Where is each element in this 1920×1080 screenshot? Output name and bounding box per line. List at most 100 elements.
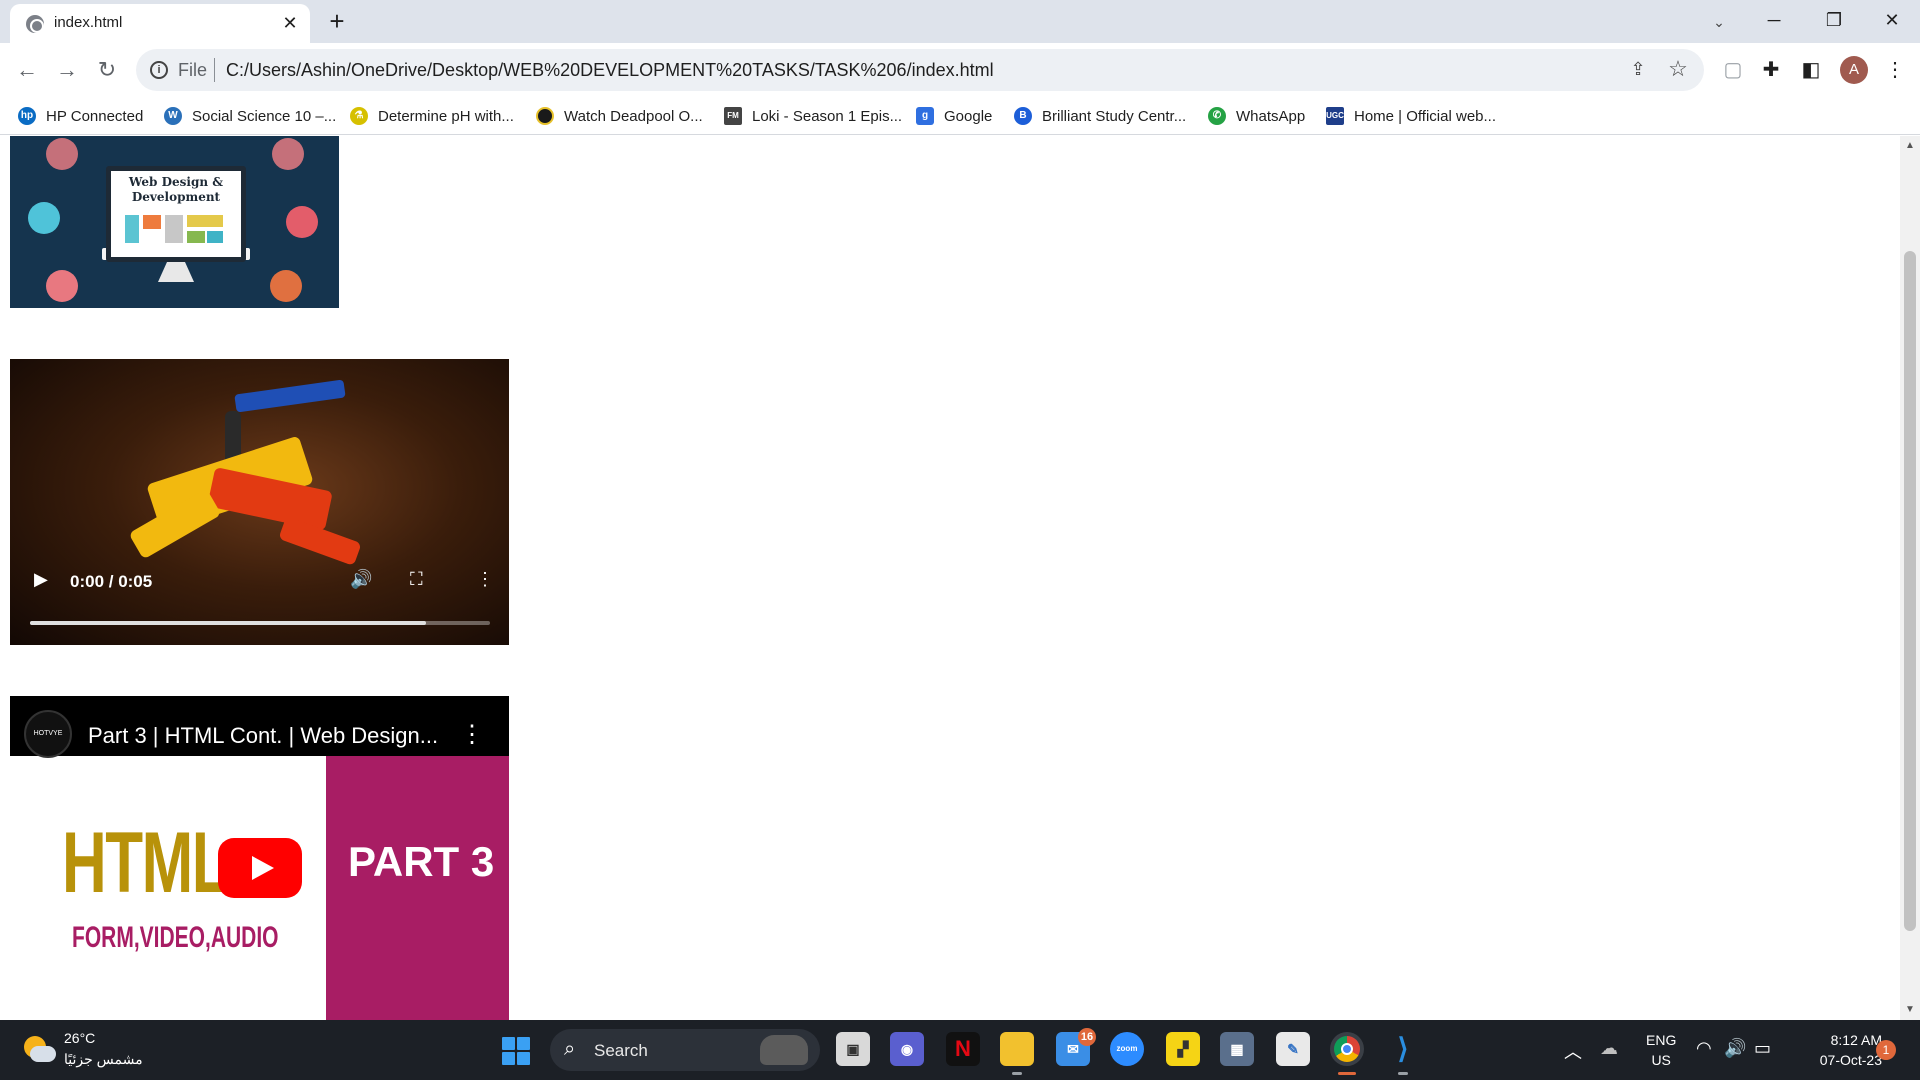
thumbnail-html-text: HTML [62, 815, 230, 911]
wifi-icon[interactable]: ◠ [1696, 1038, 1712, 1059]
new-tab-button[interactable]: + [322, 7, 352, 37]
restore-button[interactable]: ❐ [1804, 0, 1864, 40]
minimize-button[interactable]: ─ [1744, 0, 1804, 40]
weather-temperature[interactable]: 26°C [64, 1030, 95, 1046]
vertical-scrollbar[interactable]: ▲ ▼ [1900, 136, 1920, 1020]
bookmark-ugc-home[interactable]: UGC Home | Official web... [1326, 104, 1496, 128]
teams-chat-icon[interactable]: ◉ [890, 1032, 924, 1066]
tab-close-icon[interactable]: ✕ [278, 11, 302, 35]
gears-icon [28, 202, 60, 234]
site-info-icon[interactable]: i [150, 61, 168, 79]
film-icon [536, 107, 554, 125]
scroll-down-arrow-icon[interactable]: ▼ [1905, 1004, 1915, 1015]
fmovies-icon: FM [724, 107, 742, 125]
shield-icon [270, 270, 302, 302]
partly-sunny-icon[interactable] [22, 1034, 56, 1064]
video-player[interactable]: ▶ 0:00 / 0:05 🔊 ⛶ ⋮ [10, 359, 509, 645]
banner-line-1: Web Design & [128, 175, 224, 189]
layout-block [143, 215, 161, 229]
bookmark-label: HP Connected [46, 107, 144, 125]
close-window-button[interactable]: ✕ [1862, 0, 1920, 40]
bookmark-label: Social Science 10 –... [192, 107, 337, 125]
thumbnail-part-label: PART 3 [348, 838, 495, 885]
play-icon[interactable]: ▶ [34, 569, 48, 590]
taskbar-search[interactable]: ⌕ Search [550, 1029, 820, 1071]
chrome-icon[interactable] [1330, 1032, 1364, 1075]
fullscreen-icon[interactable]: ⛶ [410, 569, 423, 590]
user-icon [46, 270, 78, 302]
vscode-icon[interactable]: ⟩ [1386, 1032, 1420, 1075]
layout-block [207, 231, 223, 243]
system-clock[interactable]: 8:12 AM 07-Oct-23 [1792, 1030, 1882, 1070]
clock-date: 07-Oct-23 [1819, 1052, 1882, 1068]
layout-block [165, 215, 183, 243]
monitor-stand [158, 262, 194, 282]
netflix-icon[interactable]: N [946, 1032, 980, 1066]
bookmark-label: WhatsApp [1236, 107, 1306, 125]
extension-box-icon[interactable]: ▢ [1718, 55, 1748, 85]
video-time: 0:00 / 0:05 [70, 572, 153, 591]
youtube-play-button[interactable] [218, 838, 302, 898]
url-text[interactable]: C:/Users/Ashin/OneDrive/Desktop/WEB%20DE… [226, 60, 994, 81]
sticky-notes-icon[interactable]: ▞ [1166, 1032, 1200, 1066]
share-icon[interactable]: ⇪ [1626, 59, 1650, 81]
windows-taskbar: 26°C مشمس جزئيًا ⌕ Search ▣ ◉ N ✉ 16 zoom… [0, 1020, 1920, 1080]
show-hidden-icons-chevron-icon[interactable]: ︿ [1564, 1038, 1582, 1064]
tab-index-html[interactable]: index.html ✕ [10, 4, 310, 43]
reload-button[interactable]: ↻ [90, 53, 124, 87]
toolbar: ← → ↻ i File C:/Users/Ashin/OneDrive/Des… [0, 43, 1920, 98]
bookmark-deadpool[interactable]: Watch Deadpool O... [536, 104, 703, 128]
youtube-more-icon[interactable]: ⋮ [460, 720, 484, 749]
video-progress-bar[interactable] [30, 621, 490, 625]
language-indicator[interactable]: ENG US [1646, 1030, 1676, 1070]
bookmark-social-science[interactable]: W Social Science 10 –... [164, 104, 336, 128]
extensions-puzzle-icon[interactable]: ✚ [1756, 55, 1786, 85]
side-panel-icon[interactable]: ◧ [1796, 55, 1826, 85]
channel-avatar[interactable]: HOTVYE [24, 710, 72, 758]
monitor-graphic: Web Design & Development [106, 166, 246, 262]
bookmark-brilliant-study[interactable]: B Brilliant Study Centr... [1014, 104, 1186, 128]
bookmark-google[interactable]: g Google [916, 104, 992, 128]
bookmark-label: Determine pH with... [378, 107, 514, 125]
video-more-icon[interactable]: ⋮ [476, 569, 494, 590]
phone-icon [46, 138, 78, 170]
tab-search-icon[interactable]: ⌄ [1705, 8, 1733, 36]
profile-avatar[interactable]: A [1840, 56, 1868, 84]
scroll-up-arrow-icon[interactable]: ▲ [1905, 140, 1915, 151]
notification-badge[interactable]: 1 [1876, 1040, 1896, 1060]
zoom-icon[interactable]: zoom [1110, 1032, 1144, 1066]
calculator-icon[interactable]: ▦ [1220, 1032, 1254, 1066]
google-icon: g [916, 107, 934, 125]
youtube-embed[interactable]: HTML FORM,VIDEO,AUDIO PART 3 HOTVYE Part… [10, 696, 509, 1020]
menu-kebab-icon[interactable]: ⋮ [1880, 55, 1910, 85]
youtube-video-title[interactable]: Part 3 | HTML Cont. | Web Design... [88, 723, 438, 749]
bookmark-whatsapp[interactable]: ✆ WhatsApp [1208, 104, 1305, 128]
mail-icon[interactable]: ✉ 16 [1056, 1028, 1096, 1066]
bookmark-star-icon[interactable]: ☆ [1666, 57, 1690, 81]
task-view-icon[interactable]: ▣ [836, 1032, 870, 1066]
bsc-icon: B [1014, 107, 1032, 125]
forward-button[interactable]: → [50, 53, 84, 87]
youtube-header: HOTVYE Part 3 | HTML Cont. | Web Design.… [10, 696, 509, 758]
image-icon [286, 206, 318, 238]
onedrive-offline-icon[interactable]: ☁ [1600, 1038, 1618, 1059]
python-file-icon[interactable]: ✎ [1276, 1032, 1310, 1066]
thumbnail-right-panel [326, 756, 509, 1020]
windows-start-icon[interactable] [502, 1037, 530, 1065]
weather-condition[interactable]: مشمس جزئيًا [64, 1051, 143, 1068]
scrollbar-thumb[interactable] [1904, 251, 1916, 931]
file-explorer-icon[interactable] [1000, 1032, 1034, 1075]
back-button[interactable]: ← [10, 53, 44, 87]
thumbnail-subtitle: FORM,VIDEO,AUDIO [72, 921, 279, 954]
url-scheme: File [178, 60, 208, 80]
address-bar[interactable]: i File C:/Users/Ashin/OneDrive/Desktop/W… [136, 49, 1704, 91]
bookmarks-bar: hp HP Connected W Social Science 10 –...… [0, 98, 1920, 135]
bookmark-loki[interactable]: FM Loki - Season 1 Epis... [724, 104, 902, 128]
bookmark-hp-connected[interactable]: hp HP Connected [18, 104, 143, 128]
active-indicator [1338, 1072, 1356, 1075]
bookmark-determine-ph[interactable]: ⚗ Determine pH with... [350, 104, 514, 128]
battery-icon[interactable]: ▭ [1754, 1038, 1771, 1059]
lego-propeller [234, 379, 346, 413]
volume-icon[interactable]: 🔊 [350, 569, 372, 590]
volume-tray-icon[interactable]: 🔊 [1724, 1038, 1746, 1059]
